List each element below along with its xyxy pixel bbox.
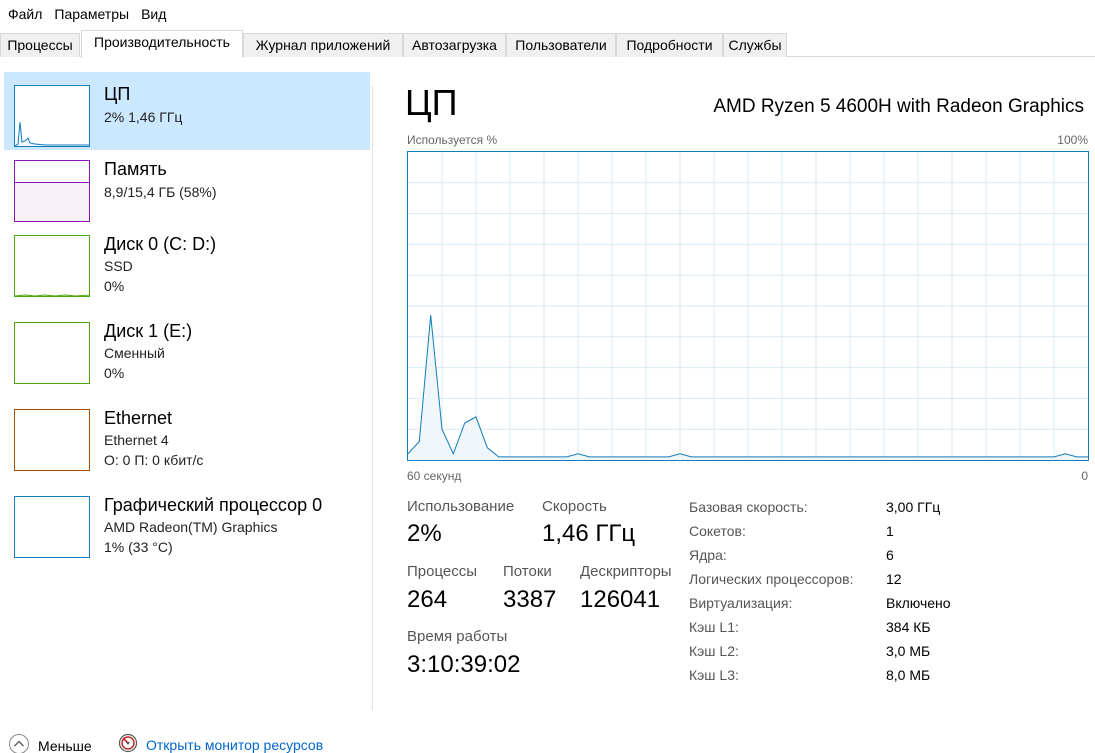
cache-l1-value: 384 КБ (886, 619, 931, 635)
page-title: ЦП (405, 82, 458, 123)
sidebar-separator (372, 86, 373, 710)
graph-time-window-label: 60 секунд (407, 469, 462, 483)
open-resource-monitor-label: Открыть монитор ресурсов (146, 736, 324, 753)
sockets-value: 1 (886, 523, 894, 539)
menu-view[interactable]: Вид (135, 6, 172, 22)
sidebar-item-disk0[interactable]: Диск 0 (C: D:) SSD 0% (4, 223, 370, 301)
footer: Меньше Открыть монитор ресурсов (0, 730, 1095, 753)
cpu-usage-graph (407, 151, 1089, 461)
handles-value: 126041 (580, 586, 661, 613)
sidebar-item-disk1-usage: 0% (104, 365, 125, 381)
speed-value: 1,46 ГГц (542, 520, 636, 547)
cpu-thumbnail-graph (14, 85, 90, 147)
gpu0-thumbnail-graph (14, 496, 90, 558)
disk1-thumbnail-graph (14, 322, 90, 384)
sidebar-item-cpu[interactable]: ЦП 2% 1,46 ГГц (4, 72, 370, 150)
sidebar-item-disk0-usage: 0% (104, 278, 125, 294)
processes-label: Процессы (407, 563, 478, 580)
sidebar-item-disk0-type: SSD (104, 258, 133, 274)
sidebar-item-ethernet-title: Ethernet (104, 408, 173, 428)
sidebar-item-gpu0[interactable]: Графический процессор 0 AMD Radeon(TM) G… (4, 484, 370, 562)
menu-file[interactable]: Файл (2, 6, 48, 22)
ethernet-thumbnail-graph (14, 409, 90, 471)
fewer-details-button[interactable]: Меньше (8, 733, 92, 753)
memory-thumbnail-graph (14, 160, 90, 222)
usage-value: 2% (407, 520, 442, 547)
sidebar-item-disk0-title: Диск 0 (C: D:) (104, 234, 217, 254)
threads-label: Потоки (503, 563, 552, 580)
tab-services[interactable]: Службы (723, 33, 787, 57)
logical-processors-label: Логических процессоров: (689, 571, 854, 587)
cache-l2-value: 3,0 МБ (886, 643, 931, 659)
graph-max-label: 100% (1057, 133, 1088, 147)
sidebar-item-ethernet-throughput: О: 0 П: 0 кбит/с (104, 452, 204, 468)
cpu-usage-graph-canvas (407, 152, 1088, 460)
tab-bar: Процессы Производительность Журнал прило… (0, 30, 1095, 58)
cores-value: 6 (886, 547, 894, 563)
tab-processes[interactable]: Процессы (0, 33, 80, 57)
graph-min-label: 0 (1081, 469, 1088, 483)
tab-details[interactable]: Подробности (616, 33, 723, 57)
base-speed-label: Базовая скорость: (689, 499, 808, 515)
sidebar-item-disk1-type: Сменный (104, 345, 165, 361)
handles-label: Дескрипторы (580, 563, 672, 580)
disk0-thumbnail-graph (14, 235, 90, 297)
sidebar-item-disk1-title: Диск 1 (E:) (104, 321, 193, 341)
tab-users[interactable]: Пользователи (506, 33, 616, 57)
menu-options[interactable]: Параметры (48, 6, 135, 22)
sidebar-item-memory-sub: 8,9/15,4 ГБ (58%) (104, 184, 217, 200)
tab-performance[interactable]: Производительность (81, 30, 243, 58)
sidebar-item-memory[interactable]: Память 8,9/15,4 ГБ (58%) (4, 148, 370, 226)
graph-utilization-label: Используется % (407, 133, 498, 147)
cache-l3-label: Кэш L3: (689, 667, 739, 683)
sidebar: ЦП 2% 1,46 ГГц Память 8,9/15,4 ГБ (58%) … (0, 70, 372, 710)
resource-monitor-icon (118, 733, 138, 753)
sidebar-item-gpu0-model: AMD Radeon(TM) Graphics (104, 519, 278, 535)
chevron-up-icon (8, 733, 30, 753)
uptime-value: 3:10:39:02 (407, 651, 521, 678)
open-resource-monitor-link[interactable]: Открыть монитор ресурсов (118, 733, 323, 753)
sidebar-item-gpu0-usage: 1% (33 °C) (104, 539, 173, 555)
threads-value: 3387 (503, 586, 557, 613)
virtualization-value: Включено (886, 595, 951, 611)
usage-label: Использование (407, 498, 515, 515)
sidebar-item-memory-title: Память (104, 159, 167, 179)
sidebar-item-disk1[interactable]: Диск 1 (E:) Сменный 0% (4, 310, 370, 388)
logical-processors-value: 12 (886, 571, 902, 587)
sidebar-item-ethernet-adapter: Ethernet 4 (104, 432, 169, 448)
tab-app-history[interactable]: Журнал приложений (243, 33, 403, 57)
menu-bar: Файл Параметры Вид (0, 0, 1095, 28)
processes-value: 264 (407, 586, 448, 613)
sidebar-item-cpu-sub: 2% 1,46 ГГц (104, 109, 183, 125)
base-speed-value: 3,00 ГГц (886, 499, 941, 515)
cache-l1-label: Кэш L1: (689, 619, 739, 635)
speed-label: Скорость (542, 498, 607, 515)
sockets-label: Сокетов: (689, 523, 746, 539)
fewer-details-label: Меньше (38, 737, 92, 753)
cache-l3-value: 8,0 МБ (886, 667, 931, 683)
sidebar-item-gpu0-title: Графический процессор 0 (104, 495, 323, 515)
cpu-model-name: AMD Ryzen 5 4600H with Radeon Graphics (713, 96, 1084, 117)
virtualization-label: Виртуализация: (689, 595, 793, 611)
sidebar-item-cpu-title: ЦП (104, 84, 131, 104)
tab-startup[interactable]: Автозагрузка (403, 33, 506, 57)
cache-l2-label: Кэш L2: (689, 643, 739, 659)
cores-label: Ядра: (689, 547, 727, 563)
uptime-label: Время работы (407, 628, 508, 645)
sidebar-item-ethernet[interactable]: Ethernet Ethernet 4 О: 0 П: 0 кбит/с (4, 397, 370, 475)
